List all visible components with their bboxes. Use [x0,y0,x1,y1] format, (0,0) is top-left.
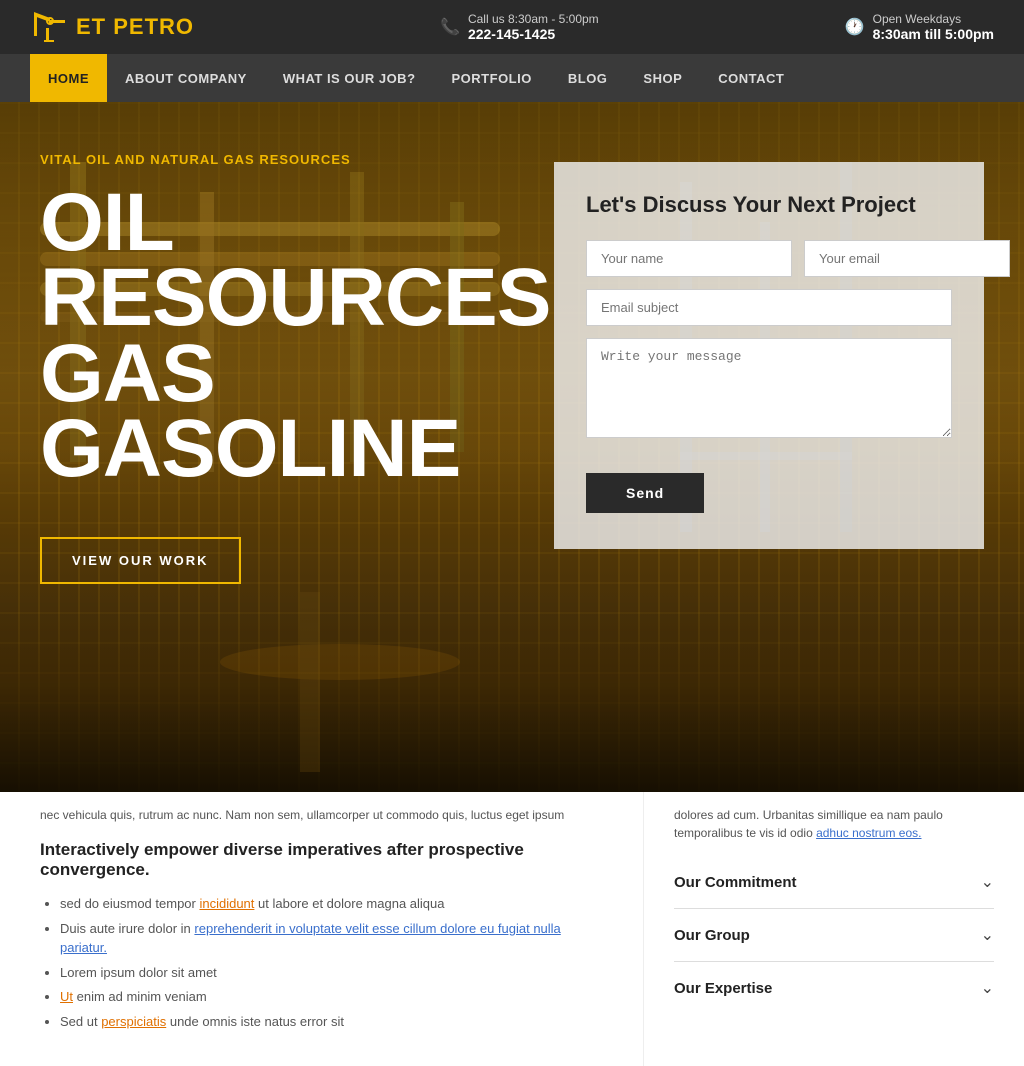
navbar: HOME ABOUT COMPANY WHAT IS OUR JOB? PORT… [0,54,1024,102]
view-work-button[interactable]: VIEW OUR WORK [40,537,241,584]
clock-icon: 🕐 [845,17,865,37]
chevron-down-icon: ⌄ [981,872,994,892]
list-item: Sed ut perspiciatis unde omnis iste natu… [60,1012,603,1032]
list-item: sed do eiusmod tempor incididunt ut labo… [60,894,603,914]
hero-text: VITAL OIL AND NATURAL GAS RESOURCES OIL … [40,152,520,584]
hours-label: Open Weekdays [873,12,994,26]
form-title: Let's Discuss Your Next Project [586,192,952,218]
scroll-text-right: dolores ad cum. Urbanitas simillique ea … [674,802,994,842]
send-button[interactable]: Send [586,473,704,513]
call-label: Call us 8:30am - 5:00pm [468,12,599,26]
top-bar: ET PETRO 📞 Call us 8:30am - 5:00pm 222-1… [0,0,1024,54]
chevron-down-icon: ⌄ [981,978,994,998]
accordion-commitment[interactable]: Our Commitment ⌄ [674,856,994,909]
right-link[interactable]: adhuc nostrum eos. [816,826,921,840]
name-input[interactable] [586,240,792,277]
accordion-group[interactable]: Our Group ⌄ [674,909,994,962]
contact-form: Let's Discuss Your Next Project Send [554,162,984,549]
message-textarea[interactable] [586,338,952,438]
subject-input[interactable] [586,289,952,326]
email-input[interactable] [804,240,1010,277]
hero-section: VITAL OIL AND NATURAL GAS RESOURCES OIL … [0,102,1024,792]
accordion-expertise[interactable]: Our Expertise ⌄ [674,962,994,1014]
logo: ET PETRO [30,8,194,46]
list-item: Ut enim ad minim veniam [60,987,603,1007]
hero-subtitle: VITAL OIL AND NATURAL GAS RESOURCES [40,152,520,167]
nav-contact[interactable]: CONTACT [700,54,802,102]
lower-left: nec vehicula quis, rutrum ac nunc. Nam n… [0,792,644,1066]
lower-right: dolores ad cum. Urbanitas simillique ea … [644,792,1024,1066]
scroll-text-left: nec vehicula quis, rutrum ac nunc. Nam n… [40,802,603,824]
nav-portfolio[interactable]: PORTFOLIO [434,54,550,102]
accordion: Our Commitment ⌄ Our Group ⌄ Our Experti… [674,856,994,1014]
hero-title: OIL RESOURCES GAS GASOLINE [40,185,520,487]
nav-job[interactable]: WHAT IS OUR JOB? [265,54,434,102]
empower-heading: Interactively empower diverse imperative… [40,840,603,880]
hours-value: 8:30am till 5:00pm [873,26,994,42]
hours-info: 🕐 Open Weekdays 8:30am till 5:00pm [845,12,994,42]
nav-home[interactable]: HOME [30,54,107,102]
logo-text: ET PETRO [76,14,194,40]
hero-content: VITAL OIL AND NATURAL GAS RESOURCES OIL … [0,102,1024,584]
chevron-down-icon: ⌄ [981,925,994,945]
nav-shop[interactable]: SHOP [625,54,700,102]
form-subject-row [586,289,952,326]
phone-number: 222-145-1425 [468,26,599,42]
nav-blog[interactable]: BLOG [550,54,626,102]
bullet-list: sed do eiusmod tempor incididunt ut labo… [40,894,603,1031]
list-item: Duis aute irure dolor in reprehenderit i… [60,919,603,958]
list-item: Lorem ipsum dolor sit amet [60,963,603,983]
nav-about[interactable]: ABOUT COMPANY [107,54,265,102]
phone-info: 📞 Call us 8:30am - 5:00pm 222-145-1425 [440,12,599,42]
phone-icon: 📞 [440,17,460,37]
form-name-email-row [586,240,952,277]
logo-icon [30,8,68,46]
lower-section: nec vehicula quis, rutrum ac nunc. Nam n… [0,792,1024,1066]
form-message-row [586,338,952,443]
